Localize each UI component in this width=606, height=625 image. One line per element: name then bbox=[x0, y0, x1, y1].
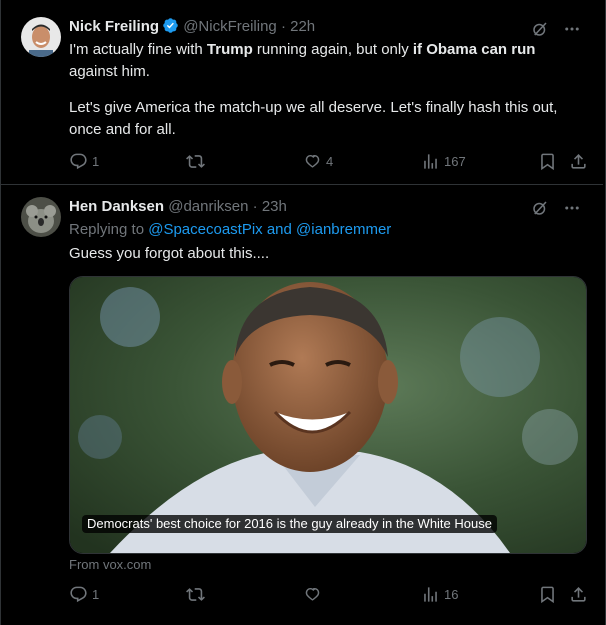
like-icon bbox=[305, 587, 320, 601]
tweet-text-bold: Trump bbox=[206, 41, 253, 58]
views-button[interactable]: 167 bbox=[421, 152, 466, 171]
like-button[interactable] bbox=[303, 585, 326, 604]
verified-badge-icon bbox=[162, 17, 179, 40]
avatar[interactable] bbox=[21, 17, 61, 57]
tweet-text-segment: I'm actually fine with bbox=[69, 41, 207, 58]
share-button[interactable] bbox=[569, 152, 588, 171]
reply-icon bbox=[70, 586, 87, 603]
tweet-header: Nick Freiling @NickFreiling · 22h bbox=[69, 17, 543, 40]
tweet-header: Hen Danksen @danriksen · 23h bbox=[69, 197, 543, 217]
avatar[interactable] bbox=[21, 197, 61, 237]
retweet-icon bbox=[186, 588, 205, 601]
bookmark-button[interactable] bbox=[538, 585, 557, 604]
views-icon bbox=[424, 587, 437, 602]
reply-count: 1 bbox=[92, 587, 100, 602]
bookmark-icon bbox=[541, 153, 554, 171]
tweet-nick-freiling[interactable]: Nick Freiling @NickFreiling · 22h I'm ac… bbox=[1, 0, 603, 185]
views-button[interactable]: 16 bbox=[421, 585, 458, 604]
author-handle[interactable]: @danriksen bbox=[168, 198, 248, 215]
tweet-text-segment: running again, but only bbox=[252, 41, 413, 58]
share-icon bbox=[571, 587, 586, 602]
replying-user-link[interactable]: @SpacecoastPix bbox=[148, 221, 262, 238]
tweet-text-paragraph: Let's give America the match-up we all d… bbox=[69, 99, 558, 138]
separator-dot: · bbox=[252, 198, 258, 215]
replying-prefix: Replying to bbox=[69, 221, 149, 238]
author-handle[interactable]: @NickFreiling bbox=[183, 18, 277, 35]
avatar-image bbox=[21, 197, 61, 237]
tweet-action-bar: 1 4 167 bbox=[69, 152, 591, 172]
reply-button[interactable]: 1 bbox=[69, 152, 99, 171]
tweet-text-bold: if Obama can run bbox=[412, 41, 536, 58]
views-count: 167 bbox=[444, 154, 466, 169]
like-icon bbox=[305, 154, 320, 168]
tweet-hen-danksen[interactable]: Hen Danksen @danriksen · 23h Replying to… bbox=[1, 185, 603, 625]
media-caption: Democrats' best choice for 2016 is the g… bbox=[82, 515, 497, 533]
like-button[interactable]: 4 bbox=[303, 152, 333, 171]
retweet-icon bbox=[186, 155, 205, 168]
replying-and: and bbox=[262, 221, 297, 238]
timestamp[interactable]: 23h bbox=[262, 198, 287, 215]
tweet-action-bar: 1 16 bbox=[69, 585, 591, 605]
bookmark-button[interactable] bbox=[538, 152, 557, 171]
like-count: 4 bbox=[326, 154, 334, 169]
replying-to: Replying to @SpacecoastPix and @ianbremm… bbox=[69, 219, 589, 241]
share-icon bbox=[571, 154, 586, 169]
author-name[interactable]: Hen Danksen bbox=[69, 198, 164, 215]
timestamp[interactable]: 22h bbox=[290, 18, 315, 35]
link-card-media[interactable]: Democrats' best choice for 2016 is the g… bbox=[69, 276, 587, 554]
views-icon bbox=[424, 154, 437, 169]
reply-button[interactable]: 1 bbox=[69, 585, 99, 604]
reply-count: 1 bbox=[92, 154, 100, 169]
tweet-text-segment: against him. bbox=[69, 63, 150, 80]
separator-dot: · bbox=[280, 18, 286, 35]
retweet-button[interactable] bbox=[186, 152, 209, 171]
avatar-image bbox=[21, 17, 61, 57]
replying-user-link[interactable]: @ianbremmer bbox=[296, 221, 391, 238]
tweet-text: I'm actually fine with Trump running aga… bbox=[69, 39, 589, 83]
author-name[interactable]: Nick Freiling bbox=[69, 18, 159, 35]
retweet-button[interactable] bbox=[186, 585, 209, 604]
bookmark-icon bbox=[541, 586, 554, 604]
link-source[interactable]: From vox.com bbox=[69, 557, 151, 572]
share-button[interactable] bbox=[569, 585, 588, 604]
tweet-text: Guess you forgot about this.... bbox=[69, 245, 270, 262]
article-photo bbox=[70, 277, 586, 553]
views-count: 16 bbox=[444, 587, 459, 602]
reply-icon bbox=[70, 153, 87, 170]
